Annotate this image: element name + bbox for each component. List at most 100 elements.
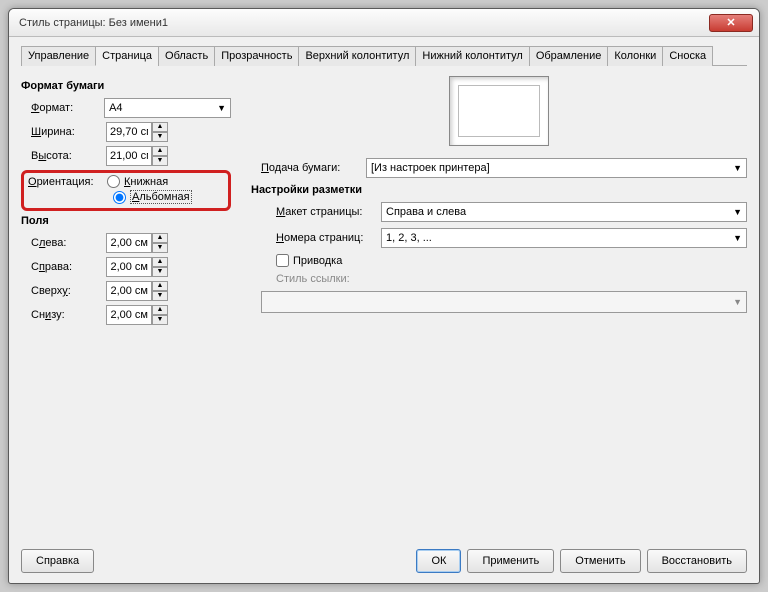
right-up[interactable]: ▲ xyxy=(152,257,168,267)
chevron-down-icon: ▼ xyxy=(733,297,742,307)
width-row: Ширина: ▲▼ xyxy=(21,122,231,142)
register-checkbox[interactable] xyxy=(276,254,289,267)
reset-button[interactable]: Восстановить xyxy=(647,549,747,573)
top-up[interactable]: ▲ xyxy=(152,281,168,291)
format-row: Формат: A4 ▼ xyxy=(21,98,231,118)
tab-management[interactable]: Управление xyxy=(21,46,96,66)
width-down[interactable]: ▼ xyxy=(152,132,168,142)
left-spinner[interactable]: ▲▼ xyxy=(106,233,168,253)
ok-button[interactable]: ОК xyxy=(416,549,461,573)
chevron-down-icon: ▼ xyxy=(733,163,742,173)
bottom-up[interactable]: ▲ xyxy=(152,305,168,315)
chevron-down-icon: ▼ xyxy=(733,233,742,243)
window-title: Стиль страницы: Без имени1 xyxy=(19,17,709,29)
page-layout-combo[interactable]: Справа и слева ▼ xyxy=(381,202,747,222)
style-row: Стиль ссылки: xyxy=(251,273,747,285)
top-margin-row: Сверху: ▲▼ xyxy=(21,281,231,301)
format-value: A4 xyxy=(109,102,122,114)
bottom-input[interactable] xyxy=(106,305,152,325)
width-input[interactable] xyxy=(106,122,152,142)
orientation-label: Ориентация: xyxy=(28,176,103,188)
dialog-window: Стиль страницы: Без имени1 ✕ Управление … xyxy=(8,8,760,584)
tab-strip: Управление Страница Область Прозрачность… xyxy=(21,45,747,66)
height-input[interactable] xyxy=(106,146,152,166)
register-label: Приводка xyxy=(293,255,342,267)
height-row: Высота: ▲▼ xyxy=(21,146,231,166)
tab-footnote[interactable]: Сноска xyxy=(662,46,713,66)
bottom-margin-label: Снизу: xyxy=(31,309,106,321)
style-label: Стиль ссылки: xyxy=(251,273,381,285)
right-down[interactable]: ▼ xyxy=(152,267,168,277)
left-up[interactable]: ▲ xyxy=(152,233,168,243)
tab-area[interactable]: Область xyxy=(158,46,215,66)
dialog-content: Управление Страница Область Прозрачность… xyxy=(9,37,759,583)
paper-format-heading: Формат бумаги xyxy=(21,80,231,92)
chevron-down-icon: ▼ xyxy=(733,207,742,217)
landscape-row: Альбомная xyxy=(28,190,224,204)
left-down[interactable]: ▼ xyxy=(152,243,168,253)
page-numbers-combo[interactable]: 1, 2, 3, ... ▼ xyxy=(381,228,747,248)
tab-borders[interactable]: Обрамление xyxy=(529,46,609,66)
page-layout-value: Справа и слева xyxy=(386,206,466,218)
height-spinner[interactable]: ▲▼ xyxy=(106,146,168,166)
format-label: Формат: xyxy=(31,102,104,114)
paper-feed-combo[interactable]: [Из настроек принтера] ▼ xyxy=(366,158,747,178)
left-margin-label: Слева: xyxy=(31,237,106,249)
register-row: Приводка xyxy=(251,254,747,267)
width-label: Ширина: xyxy=(31,126,106,138)
height-up[interactable]: ▲ xyxy=(152,146,168,156)
button-bar: Справка ОК Применить Отменить Восстанови… xyxy=(21,541,747,573)
right-margin-label: Справа: xyxy=(31,261,106,273)
page-numbers-label: Номера страниц: xyxy=(251,232,381,244)
tab-header[interactable]: Верхний колонтитул xyxy=(298,46,416,66)
width-spinner[interactable]: ▲▼ xyxy=(106,122,168,142)
top-spinner[interactable]: ▲▼ xyxy=(106,281,168,301)
titlebar: Стиль страницы: Без имени1 ✕ xyxy=(9,9,759,37)
help-button[interactable]: Справка xyxy=(21,549,94,573)
apply-button[interactable]: Применить xyxy=(467,549,554,573)
portrait-radio[interactable] xyxy=(107,175,120,188)
chevron-down-icon: ▼ xyxy=(217,103,226,113)
left-column: Формат бумаги Формат: A4 ▼ Ширина: ▲▼ xyxy=(21,76,231,541)
cancel-button[interactable]: Отменить xyxy=(560,549,640,573)
bottom-margin-row: Снизу: ▲▼ xyxy=(21,305,231,325)
width-up[interactable]: ▲ xyxy=(152,122,168,132)
portrait-label: Книжная xyxy=(124,176,168,188)
orientation-row: Ориентация: Книжная xyxy=(28,175,224,188)
top-margin-label: Сверху: xyxy=(31,285,106,297)
tab-body: Формат бумаги Формат: A4 ▼ Ширина: ▲▼ xyxy=(21,66,747,541)
format-combo[interactable]: A4 ▼ xyxy=(104,98,231,118)
bottom-down[interactable]: ▼ xyxy=(152,315,168,325)
close-icon: ✕ xyxy=(726,16,735,29)
right-spinner[interactable]: ▲▼ xyxy=(106,257,168,277)
height-down[interactable]: ▼ xyxy=(152,156,168,166)
left-input[interactable] xyxy=(106,233,152,253)
paper-feed-value: [Из настроек принтера] xyxy=(371,162,490,174)
paper-feed-row: Подача бумаги: [Из настроек принтера] ▼ xyxy=(251,158,747,178)
left-margin-row: Слева: ▲▼ xyxy=(21,233,231,253)
tab-transparency[interactable]: Прозрачность xyxy=(214,46,299,66)
page-preview xyxy=(449,76,549,146)
page-numbers-row: Номера страниц: 1, 2, 3, ... ▼ xyxy=(251,228,747,248)
orientation-highlight: Ориентация: Книжная Альбомная xyxy=(21,170,231,211)
page-layout-label: Макет страницы: xyxy=(251,206,381,218)
right-column: Подача бумаги: [Из настроек принтера] ▼ … xyxy=(251,76,747,541)
top-down[interactable]: ▼ xyxy=(152,291,168,301)
landscape-radio[interactable] xyxy=(113,191,126,204)
height-label: Высота: xyxy=(31,150,106,162)
style-combo: ▼ xyxy=(261,291,747,313)
page-layout-row: Макет страницы: Справа и слева ▼ xyxy=(251,202,747,222)
top-input[interactable] xyxy=(106,281,152,301)
page-numbers-value: 1, 2, 3, ... xyxy=(386,232,432,244)
tab-page[interactable]: Страница xyxy=(95,46,159,66)
bottom-spinner[interactable]: ▲▼ xyxy=(106,305,168,325)
landscape-label: Альбомная xyxy=(130,190,192,204)
right-input[interactable] xyxy=(106,257,152,277)
layout-heading: Настройки разметки xyxy=(251,184,747,196)
tab-footer[interactable]: Нижний колонтитул xyxy=(415,46,529,66)
paper-feed-label: Подача бумаги: xyxy=(251,162,366,174)
close-button[interactable]: ✕ xyxy=(709,14,753,32)
margins-heading: Поля xyxy=(21,215,231,227)
right-margin-row: Справа: ▲▼ xyxy=(21,257,231,277)
tab-columns[interactable]: Колонки xyxy=(607,46,663,66)
